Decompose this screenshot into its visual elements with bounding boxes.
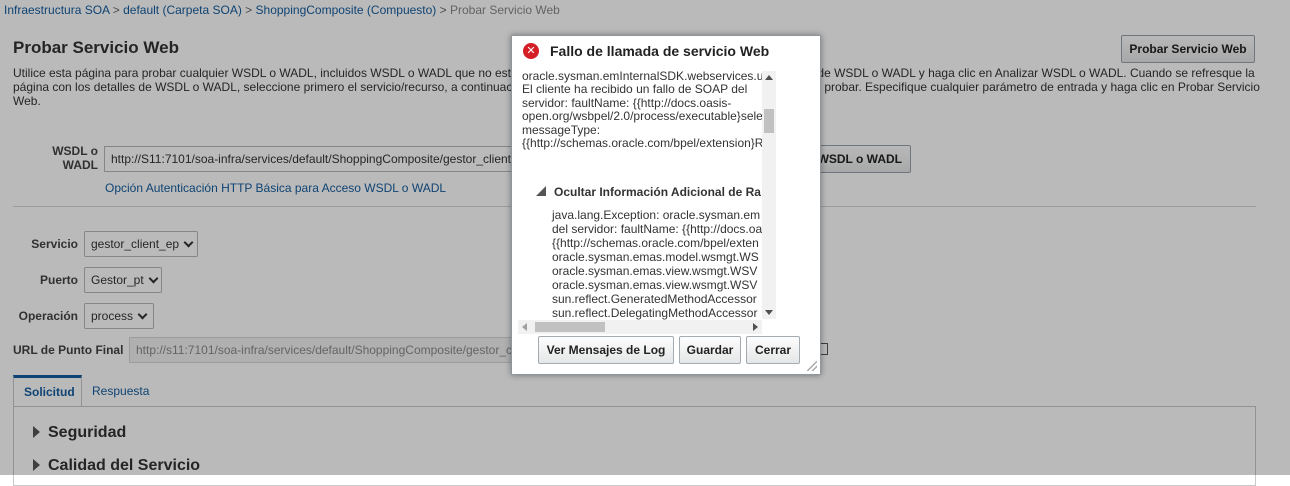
message-line: servidor: faultName: {{http://docs.oasis… <box>522 95 732 110</box>
hide-additional-info-toggle[interactable]: Ocultar Información Adicional de Ra <box>536 185 761 199</box>
error-message: Text. Fault oracle.sysman.emInternalSDK.… <box>522 66 776 151</box>
dialog-header: ✕ Fallo de llamada de servicio Web <box>512 36 820 66</box>
stack-line: sun.reflect.GeneratedMethodAccessor <box>552 292 757 306</box>
message-line: El cliente ha recibido un fallo de SOAP … <box>522 82 748 96</box>
horizontal-scrollbar[interactable] <box>518 320 762 334</box>
message-line: messageType: <box>522 122 601 137</box>
view-log-messages-button[interactable]: Ver Mensajes de Log <box>538 336 674 364</box>
stack-line: oracle.sysman.emas.view.wsmgt.WSV <box>552 278 758 292</box>
stack-line: sun.reflect.DelegatingMethodAccessor <box>552 306 758 320</box>
web-service-error-dialog: ✕ Fallo de llamada de servicio Web Text.… <box>511 35 821 375</box>
close-button[interactable]: Cerrar <box>746 336 800 364</box>
stack-line: {{http://schemas.oracle.com/bpel/exten <box>552 236 759 250</box>
scroll-right-arrow-icon[interactable] <box>753 323 758 331</box>
stack-trace: java.lang.Exception: oracle.sysman.em de… <box>552 208 762 320</box>
vertical-scroll-thumb[interactable] <box>764 109 774 133</box>
horizontal-scroll-thumb[interactable] <box>535 322 605 332</box>
dialog-title: Fallo de llamada de servicio Web <box>550 43 770 59</box>
error-icon: ✕ <box>523 43 539 59</box>
vertical-scrollbar[interactable] <box>762 71 776 319</box>
stack-line: oracle.sysman.emas.model.wsmgt.WS <box>552 250 759 264</box>
message-line: open.org/wsbpel/2.0/process/executable}s… <box>522 109 763 123</box>
scroll-down-arrow-icon[interactable] <box>765 310 773 315</box>
scroll-up-arrow-icon[interactable] <box>765 75 773 80</box>
stack-line: del servidor: faultName: {{http://docs.o… <box>552 222 763 236</box>
stack-line: oracle.sysman.emas.view.wsmgt.WSV <box>552 264 758 278</box>
collapse-triangle-icon <box>536 186 546 196</box>
stack-line: java.lang.Exception: oracle.sysman.em <box>552 208 761 222</box>
scroll-left-arrow-icon[interactable] <box>522 323 527 331</box>
dialog-scroll-area[interactable]: Text. Fault oracle.sysman.emInternalSDK.… <box>518 66 776 334</box>
resize-grip-icon[interactable] <box>807 361 817 371</box>
message-line: {{http://schemas.oracle.com/bpel/extensi… <box>522 136 764 150</box>
save-button[interactable]: Guardar <box>679 336 741 364</box>
additional-info-title: Ocultar Información Adicional de Ra <box>554 185 761 199</box>
message-line: oracle.sysman.emInternalSDK.webservices.… <box>522 68 764 83</box>
